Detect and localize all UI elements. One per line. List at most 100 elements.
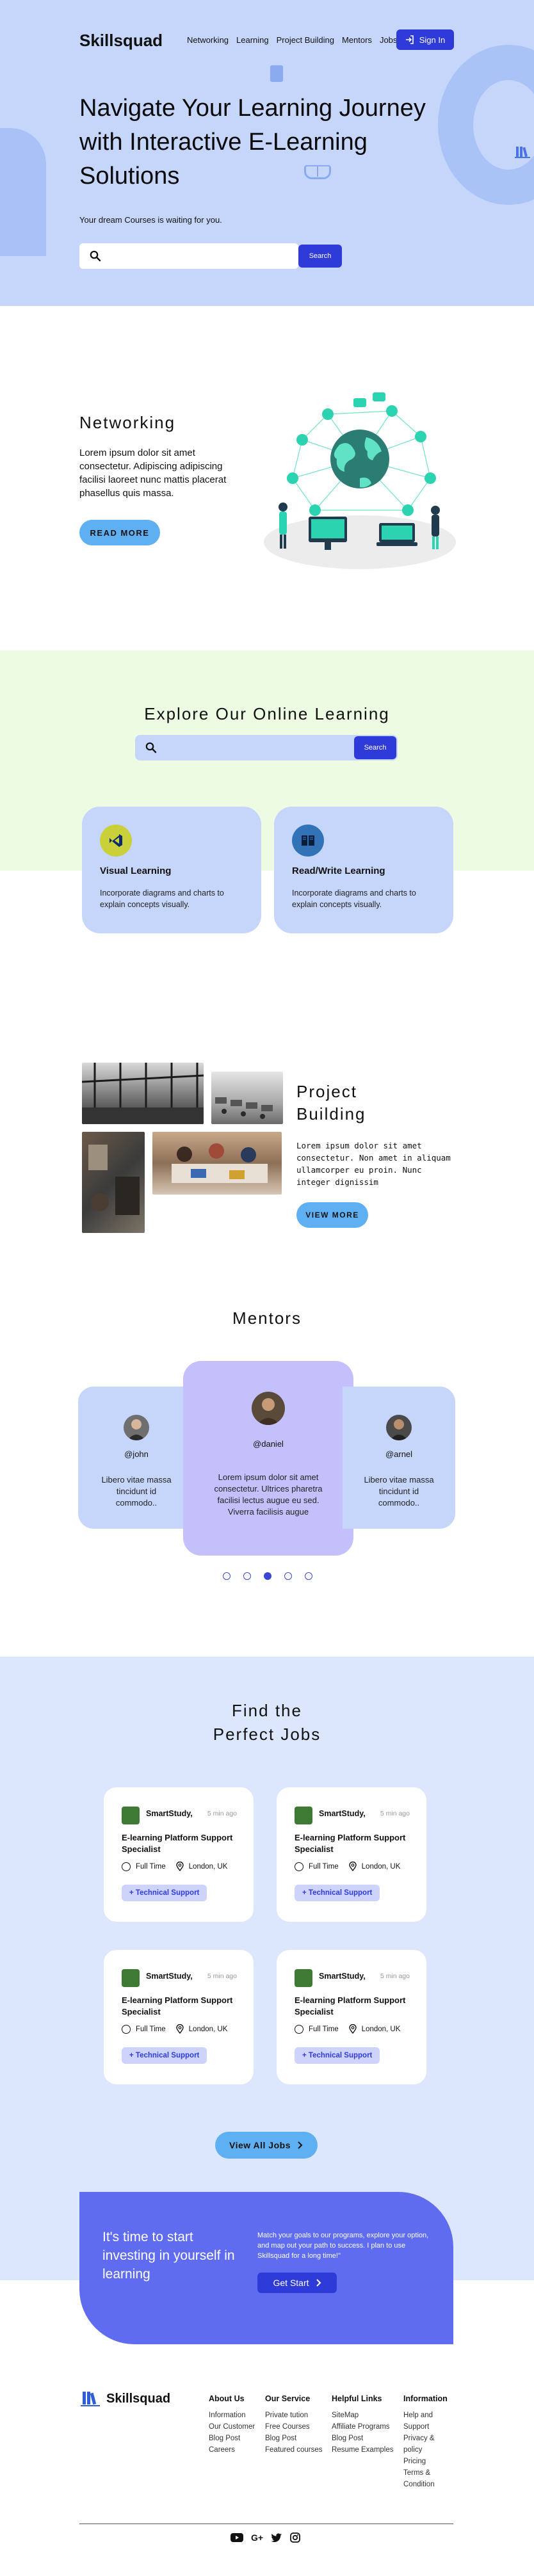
learning-card-read-write[interactable]: Read/Write Learning Incorporate diagrams… <box>274 807 453 933</box>
carousel-dot-active[interactable] <box>264 1572 271 1580</box>
carousel-dot[interactable] <box>243 1572 251 1580</box>
mentor-card[interactable]: @arnel Libero vitae massa tincidunt id c… <box>343 1387 455 1529</box>
sign-in-label: Sign In <box>419 35 446 45</box>
mentor-text: Libero vitae massa tincidunt id commodo.… <box>101 1475 172 1508</box>
view-more-button[interactable]: VIEW MORE <box>296 1202 368 1228</box>
company-logo <box>122 1807 140 1824</box>
mentor-card-active[interactable]: @daniel Lorem ipsum dolor sit amet conse… <box>183 1361 353 1556</box>
job-role: E-learning Platform Support Specialist <box>295 1833 406 1854</box>
footer-link[interactable]: SiteMap <box>332 2410 394 2421</box>
company-logo <box>295 1969 312 1987</box>
job-tag[interactable]: + Technical Support <box>122 2047 207 2064</box>
location-icon <box>175 1862 184 1871</box>
clock-icon <box>295 1862 303 1871</box>
job-card[interactable]: SmartStudy, 5 min ago E-learning Platfor… <box>104 1950 254 2084</box>
avatar <box>386 1415 412 1440</box>
networking-title: Networking <box>79 413 176 432</box>
footer-link[interactable]: Featured courses <box>265 2444 323 2456</box>
footer-column-about: About Us Information Our Customer Blog P… <box>209 2394 255 2456</box>
job-type: Full Time <box>136 2025 166 2033</box>
posted-time: 5 min ago <box>207 1972 237 1980</box>
job-card[interactable]: SmartStudy, 5 min ago E-learning Platfor… <box>277 1950 426 2084</box>
footer-link[interactable]: Careers <box>209 2444 255 2456</box>
footer-link[interactable]: Blog Post <box>332 2433 394 2444</box>
nav-item-mentors[interactable]: Mentors <box>342 35 372 45</box>
footer-logo-text: Skillsquad <box>106 2391 171 2406</box>
nav-item-networking[interactable]: Networking <box>187 35 229 45</box>
footer-link[interactable]: Terms & Condition <box>403 2467 455 2490</box>
job-card[interactable]: SmartStudy, 5 min ago E-learning Platfor… <box>277 1787 426 1922</box>
clock-icon <box>122 2024 131 2034</box>
explore-search-input[interactable] <box>165 743 357 753</box>
footer-column-title: About Us <box>209 2394 245 2403</box>
youtube-icon[interactable] <box>231 2533 243 2542</box>
footer-column-helpful: Helpful Links SiteMap Affiliate Programs… <box>332 2394 394 2456</box>
location-icon <box>348 2024 357 2034</box>
hero-subtitle: Your dream Courses is waiting for you. <box>79 215 222 225</box>
footer-link[interactable]: Privacy & policy <box>403 2433 455 2456</box>
hero-decoration-left <box>0 128 46 256</box>
mentor-text: Libero vitae massa tincidunt id commodo.… <box>364 1475 434 1508</box>
job-type: Full Time <box>309 1862 339 1871</box>
google-plus-icon[interactable]: G+ <box>251 2532 263 2543</box>
login-icon <box>405 35 414 44</box>
learning-card-title: Visual Learning <box>100 865 172 876</box>
carousel-dot[interactable] <box>284 1572 292 1580</box>
chevron-right-icon <box>298 2141 303 2149</box>
footer-link[interactable]: Free Courses <box>265 2421 323 2433</box>
company-logo <box>122 1969 140 1987</box>
mentor-text: Lorem ipsum dolor sit amet consectetur. … <box>214 1472 323 1517</box>
job-location: London, UK <box>361 1862 401 1871</box>
footer-link[interactable]: Help and Support <box>403 2410 455 2433</box>
search-icon <box>90 250 101 262</box>
carousel-dot[interactable] <box>223 1572 231 1580</box>
footer-column-service: Our Service Private tution Free Courses … <box>265 2394 323 2456</box>
footer-link[interactable]: Private tution <box>265 2410 323 2421</box>
jobs-section-bg <box>0 1657 534 2280</box>
footer-link[interactable]: Blog Post <box>265 2433 323 2444</box>
get-start-button[interactable]: Get Start <box>257 2273 337 2293</box>
hero-search-button[interactable]: Search <box>298 245 342 268</box>
get-start-label: Get Start <box>273 2278 309 2288</box>
nav-item-project-building[interactable]: Project Building <box>277 35 334 45</box>
footer-column-title: Helpful Links <box>332 2394 382 2403</box>
read-more-button[interactable]: READ MORE <box>79 520 160 545</box>
instagram-icon[interactable] <box>290 2532 300 2543</box>
logo[interactable]: Skillsquad <box>79 31 163 51</box>
job-type: Full Time <box>136 1862 166 1871</box>
footer-logo[interactable]: Skillsquad <box>81 2389 170 2408</box>
company-logo <box>295 1807 312 1824</box>
mentor-name: @arnel <box>385 1449 413 1459</box>
job-tag[interactable]: + Technical Support <box>295 2047 380 2064</box>
job-tag[interactable]: + Technical Support <box>122 1885 207 1901</box>
footer-link[interactable]: Affiliate Programs <box>332 2421 394 2433</box>
book-icon <box>292 825 324 857</box>
posted-time: 5 min ago <box>380 1810 410 1817</box>
job-card[interactable]: SmartStudy, 5 min ago E-learning Platfor… <box>104 1787 254 1922</box>
footer-link[interactable]: Information <box>209 2410 255 2421</box>
footer-link[interactable]: Pricing <box>403 2456 455 2467</box>
nav-item-learning[interactable]: Learning <box>236 35 269 45</box>
learning-card-visual[interactable]: Visual Learning Incorporate diagrams and… <box>82 807 261 933</box>
project-title: Project Building <box>296 1082 366 1123</box>
posted-time: 5 min ago <box>207 1810 237 1817</box>
carousel-dot[interactable] <box>305 1572 312 1580</box>
mentor-name: @john <box>124 1449 149 1459</box>
mentor-card[interactable]: @john Libero vitae massa tincidunt id co… <box>78 1387 195 1529</box>
mentor-name: @daniel <box>253 1439 284 1449</box>
carousel-dots <box>223 1572 312 1580</box>
nav-item-jobs[interactable]: Jobs <box>380 35 397 45</box>
books-icon <box>515 147 530 158</box>
sign-in-button[interactable]: Sign In <box>396 29 454 50</box>
view-all-jobs-label: View All Jobs <box>229 2140 291 2150</box>
explore-search-button[interactable]: Search <box>354 736 396 759</box>
twitter-icon[interactable] <box>271 2533 282 2543</box>
footer-column-title: Our Service <box>265 2394 311 2403</box>
explore-title: Explore Our Online Learning <box>144 704 390 723</box>
hero-search-input[interactable] <box>109 251 288 261</box>
job-tag[interactable]: + Technical Support <box>295 1885 380 1901</box>
footer-link[interactable]: Blog Post <box>209 2433 255 2444</box>
view-all-jobs-button[interactable]: View All Jobs <box>215 2132 318 2159</box>
footer-link[interactable]: Resume Examples <box>332 2444 394 2456</box>
footer-link[interactable]: Our Customer <box>209 2421 255 2433</box>
